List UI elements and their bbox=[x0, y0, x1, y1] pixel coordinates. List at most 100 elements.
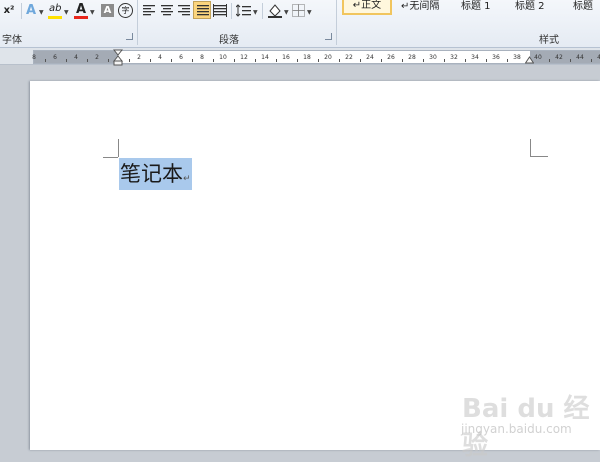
ruler-minor-tick bbox=[44, 59, 46, 62]
selected-text[interactable]: 笔记本 bbox=[120, 162, 183, 186]
ruler-minor-tick bbox=[506, 59, 508, 62]
ruler-tick-label: 8 bbox=[32, 54, 36, 61]
ruler-minor-tick bbox=[380, 59, 382, 62]
ruler-minor-tick bbox=[107, 59, 109, 62]
ruler-minor-tick bbox=[485, 59, 487, 62]
highlighter-icon: ab bbox=[49, 3, 62, 14]
distribute-icon[interactable] bbox=[213, 4, 227, 17]
justify-button[interactable] bbox=[193, 1, 211, 19]
separator bbox=[137, 0, 138, 45]
ruler-tick-label: 4 bbox=[74, 54, 78, 61]
ruler-minor-tick bbox=[254, 59, 256, 62]
align-left-icon[interactable] bbox=[142, 4, 156, 17]
ruler-minor-tick bbox=[65, 59, 67, 62]
justify-icon bbox=[197, 5, 209, 16]
line-spacing-icon[interactable] bbox=[236, 4, 252, 17]
superscript-button[interactable]: x² bbox=[1, 3, 17, 19]
ruler-tick-label: 18 bbox=[303, 54, 311, 61]
ruler-minor-tick bbox=[86, 59, 88, 62]
baidu-watermark-url: jingyan.baidu.com bbox=[461, 422, 572, 436]
crop-mark bbox=[118, 139, 119, 157]
ruler-tick-label: 38 bbox=[513, 54, 521, 61]
chevron-down-icon[interactable]: ▼ bbox=[284, 9, 289, 16]
paragraph-dialog-launcher-icon[interactable] bbox=[325, 33, 332, 40]
ruler-minor-tick bbox=[191, 59, 193, 62]
font-color-button[interactable]: A bbox=[74, 2, 88, 19]
paragraph-group-label: 段落 bbox=[219, 35, 239, 46]
chevron-down-icon[interactable]: ▼ bbox=[90, 9, 95, 16]
font-color-bar bbox=[74, 16, 88, 19]
borders-icon[interactable] bbox=[292, 4, 305, 17]
ruler-minor-tick bbox=[464, 59, 466, 62]
ruler-tick-label: 30 bbox=[429, 54, 437, 61]
ruler-tick-label: 2 bbox=[95, 54, 99, 61]
style-no-spacing[interactable]: ↵无间隔 bbox=[401, 0, 449, 16]
ruler-tick-label: 28 bbox=[408, 54, 416, 61]
ruler-tick-label: 22 bbox=[345, 54, 353, 61]
ruler-minor-tick bbox=[170, 59, 172, 62]
chevron-down-icon[interactable]: ▼ bbox=[253, 9, 258, 16]
style-heading-2[interactable]: 标题 2 bbox=[515, 0, 555, 16]
ruler-minor-tick bbox=[590, 59, 592, 62]
ruler-minor-tick bbox=[296, 59, 298, 62]
crop-mark bbox=[531, 156, 548, 157]
ribbon: x² A ▼ ab ▼ A ▼ A 字 ▼ ▼ ▼ ↵正文 ↵无间隔 标题 1 … bbox=[0, 0, 600, 48]
ruler-minor-tick bbox=[275, 59, 277, 62]
ruler-tick-label: 8 bbox=[200, 54, 204, 61]
horizontal-ruler-bar: 8 6 4 2 2 4 6 8 10 12 14 16 18 20 22 24 26 28 30 32 34 36 38 40… bbox=[0, 48, 600, 66]
ruler-tick-label: 44 bbox=[576, 54, 584, 61]
style-heading-1[interactable]: 标题 1 bbox=[461, 0, 501, 16]
ruler-minor-tick bbox=[212, 59, 214, 62]
ruler-tick-label: 34 bbox=[471, 54, 479, 61]
separator bbox=[336, 0, 337, 45]
style-normal[interactable]: ↵正文 bbox=[342, 0, 392, 15]
ruler-tick-label: 16 bbox=[282, 54, 290, 61]
style-heading[interactable]: 标题 bbox=[573, 0, 600, 16]
ruler-tick-label: 14 bbox=[261, 54, 269, 61]
enclose-char-button[interactable]: 字 bbox=[118, 3, 133, 18]
font-color-icon: A bbox=[76, 2, 87, 17]
shading-icon[interactable] bbox=[267, 3, 283, 18]
ruler-tick-label: 32 bbox=[450, 54, 458, 61]
crop-mark bbox=[103, 157, 118, 158]
ruler-tick-label: 2 bbox=[137, 54, 141, 61]
ruler-tick-label: 4 bbox=[158, 54, 162, 61]
ruler-tick-label: 26 bbox=[387, 54, 395, 61]
font-dialog-launcher-icon[interactable] bbox=[126, 33, 133, 40]
ruler-tick-label: 42 bbox=[555, 54, 563, 61]
chevron-down-icon[interactable]: ▼ bbox=[307, 9, 312, 16]
paragraph-mark-icon: ↵ bbox=[183, 174, 191, 184]
crop-mark bbox=[530, 139, 531, 157]
separator bbox=[21, 3, 22, 19]
font-group-label: 字体 bbox=[2, 35, 22, 46]
styles-group-label: 样式 bbox=[539, 35, 559, 46]
ruler-tick-label: 40 bbox=[534, 54, 542, 61]
ruler-minor-tick bbox=[548, 59, 550, 62]
align-right-icon[interactable] bbox=[177, 4, 191, 17]
ruler-tick-label: 6 bbox=[179, 54, 183, 61]
ruler-minor-tick bbox=[401, 59, 403, 62]
char-shading-button[interactable]: A bbox=[101, 4, 114, 17]
indent-marker-icon[interactable] bbox=[113, 49, 123, 66]
ruler-tick-label: 36 bbox=[492, 54, 500, 61]
align-center-icon[interactable] bbox=[160, 4, 174, 17]
text-effect-button[interactable]: A bbox=[24, 3, 38, 19]
ruler-minor-tick bbox=[569, 59, 571, 62]
chevron-down-icon[interactable]: ▼ bbox=[64, 9, 69, 16]
ruler-minor-tick bbox=[317, 59, 319, 62]
left-gutter bbox=[0, 65, 30, 450]
document-text[interactable]: 笔记本↵ bbox=[120, 161, 191, 192]
ruler-tick-label: 20 bbox=[324, 54, 332, 61]
right-indent-marker-icon[interactable] bbox=[525, 56, 534, 64]
ruler-minor-tick bbox=[233, 59, 235, 62]
ruler-minor-tick bbox=[149, 59, 151, 62]
ruler-minor-tick bbox=[443, 59, 445, 62]
ruler-tick-label: 24 bbox=[366, 54, 374, 61]
ruler-tick-label: 10 bbox=[219, 54, 227, 61]
separator bbox=[231, 3, 232, 19]
chevron-down-icon[interactable]: ▼ bbox=[39, 9, 44, 16]
ruler-minor-tick bbox=[338, 59, 340, 62]
ruler-tick-label: 12 bbox=[240, 54, 248, 61]
ruler-minor-tick bbox=[128, 59, 130, 62]
highlight-button[interactable]: ab bbox=[47, 3, 63, 19]
